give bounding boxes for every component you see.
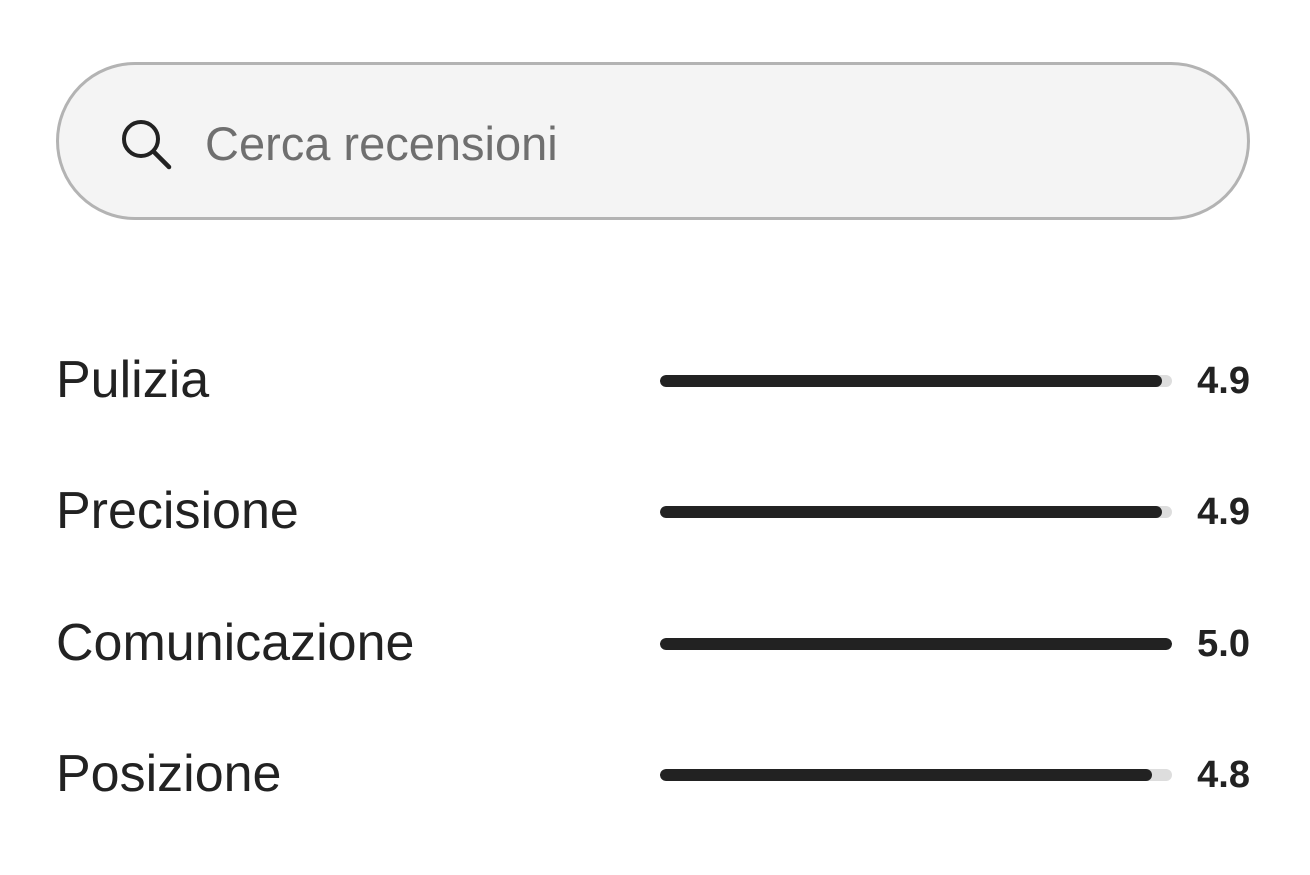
rating-value: 4.9 [1197, 491, 1250, 533]
rating-row-posizione: Posizione 4.8 [0, 734, 1310, 814]
rating-bar-fill [660, 506, 1162, 518]
rating-row-pulizia: Pulizia 4.9 [0, 340, 1310, 420]
rating-label: Precisione [56, 482, 299, 540]
rating-breakdown: Pulizia 4.9 Precisione 4.9 Comunicazione… [0, 0, 1310, 875]
rating-bar-track [660, 375, 1172, 387]
rating-label: Comunicazione [56, 614, 415, 672]
rating-bar-track [660, 769, 1172, 781]
rating-value: 4.8 [1197, 754, 1250, 796]
rating-bar-track [660, 506, 1172, 518]
rating-row-comunicazione: Comunicazione 5.0 [0, 603, 1310, 683]
rating-bar-track [660, 638, 1172, 650]
rating-label: Posizione [56, 745, 282, 803]
rating-label: Pulizia [56, 351, 210, 409]
rating-bar-fill [660, 638, 1172, 650]
rating-bar-fill [660, 375, 1162, 387]
rating-row-precisione: Precisione 4.9 [0, 471, 1310, 551]
rating-value: 5.0 [1197, 623, 1250, 665]
rating-value: 4.9 [1197, 360, 1250, 402]
rating-bar-fill [660, 769, 1152, 781]
